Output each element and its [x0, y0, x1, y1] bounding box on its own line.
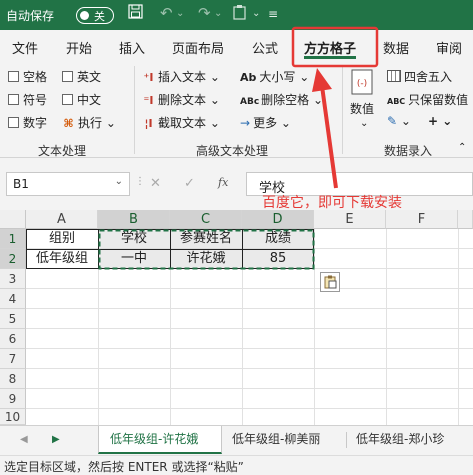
- status-bar: 选定目标区域，然后按 ENTER 或选择“粘贴”: [0, 455, 473, 475]
- formula-bar-options-icon[interactable]: ⋮: [135, 176, 145, 187]
- tab-home[interactable]: 开始: [66, 38, 92, 57]
- delete-text-button[interactable]: ⁼I 删除文本 ⌄: [142, 91, 220, 108]
- tab-page-layout[interactable]: 页面布局: [172, 38, 224, 57]
- prev-sheet-icon[interactable]: ◀: [20, 434, 28, 445]
- edit-icon: ✎: [387, 114, 398, 128]
- delete-space-icon: ABc: [240, 97, 260, 107]
- cell-A1[interactable]: 组别: [26, 229, 98, 249]
- cell-D1[interactable]: 成绩: [242, 229, 314, 249]
- insert-text-icon: ⁺I: [143, 71, 154, 84]
- formula-bar: B1 ⌄ ⋮ ✕ ✓ fx 学校: [0, 166, 473, 202]
- sheet-separator: [346, 432, 347, 448]
- status-text: 选定目标区域，然后按 ENTER 或选择“粘贴”: [4, 460, 244, 474]
- name-box[interactable]: B1 ⌄: [6, 172, 130, 196]
- sheet-tab-1[interactable]: 低年级组-许花娥: [110, 430, 198, 447]
- cell-B1[interactable]: 学校: [98, 229, 170, 249]
- plus-button[interactable]: + ⌄: [428, 114, 452, 128]
- undo-dropdown-icon[interactable]: ⌄: [176, 8, 184, 19]
- group-label-data-entry: 数据录入: [384, 144, 433, 158]
- enter-icon[interactable]: ✓: [184, 176, 195, 191]
- cell-C2[interactable]: 许花娥: [170, 249, 242, 269]
- redo-icon[interactable]: ↷: [198, 4, 211, 22]
- svg-text:(-): (-): [357, 79, 367, 89]
- edit-button[interactable]: ✎ ⌄: [387, 114, 411, 128]
- undo-icon[interactable]: ↶: [160, 4, 173, 22]
- space-checkbox[interactable]: 空格: [8, 68, 47, 85]
- redo-dropdown-icon[interactable]: ⌄: [214, 8, 222, 19]
- round-button[interactable]: 四舍五入: [387, 68, 452, 85]
- tab-insert[interactable]: 插入: [119, 38, 145, 57]
- extract-text-button[interactable]: ¦I 截取文本 ⌄: [142, 114, 219, 131]
- autosave-toggle[interactable]: 关: [76, 7, 114, 24]
- tab-formulas[interactable]: 公式: [252, 38, 278, 57]
- paste-dropdown-icon[interactable]: ⌄: [252, 8, 260, 19]
- numvalue-dropdown-icon[interactable]: ⌄: [360, 118, 368, 129]
- symbol-checkbox[interactable]: 符号: [8, 91, 47, 108]
- paste-options-icon[interactable]: [320, 272, 340, 292]
- group-separator: [134, 66, 135, 154]
- autosave-toggle-label: 关: [94, 10, 105, 23]
- number-checkbox[interactable]: 数字: [8, 114, 47, 131]
- customize-toolbar-icon[interactable]: ≡: [268, 7, 278, 21]
- group-label-text: 文本处理: [38, 144, 87, 158]
- cell-B2[interactable]: 一中: [98, 249, 170, 269]
- paste-icon[interactable]: [232, 4, 247, 24]
- case-button[interactable]: Ab 大小写 ⌄: [240, 68, 309, 85]
- cell-A2[interactable]: 低年级组: [26, 249, 98, 269]
- sheet-tab-3[interactable]: 低年级组-郑小珍: [356, 430, 444, 447]
- worksheet-grid[interactable]: A B C D E F 1 2 3 4 5 6 7 8 9 10 组别 学校 参…: [0, 210, 473, 425]
- toggle-knob: [80, 10, 89, 20]
- autosave-label: 自动保存: [6, 9, 55, 23]
- title-bar: 自动保存 关 ↶ ⌄ ↷ ⌄ ⌄ ≡: [0, 0, 473, 30]
- chinese-checkbox[interactable]: 中文: [62, 91, 101, 108]
- insert-text-button[interactable]: ⁺I 插入文本 ⌄: [142, 68, 220, 85]
- ribbon-tabs: 文件 开始 插入 页面布局 公式 方方格子 数据 审阅: [0, 30, 473, 60]
- tab-fangfang[interactable]: 方方格子: [304, 38, 356, 57]
- cell-D2[interactable]: 85: [242, 249, 314, 269]
- active-tab-underline: [304, 56, 356, 59]
- group-separator: [342, 66, 343, 154]
- sheet-tab-2[interactable]: 低年级组-柳美丽: [232, 430, 320, 447]
- numvalue-icon: (-): [348, 66, 378, 100]
- keep-value-icon: ABC: [387, 97, 406, 106]
- extract-text-icon: ¦I: [144, 117, 153, 130]
- arrow-right-icon: →: [240, 116, 251, 130]
- cancel-icon[interactable]: ✕: [150, 176, 161, 191]
- keep-value-button[interactable]: ABC 只保留数值: [387, 91, 468, 108]
- cell-C1[interactable]: 参赛姓名: [170, 229, 242, 249]
- more-button[interactable]: → 更多 ⌄: [240, 114, 291, 131]
- ribbon: 空格 符号 数字 英文 中文 ⌘ 执行 ⌄ ⁺I 插入文本 ⌄ ⁼I 删除文本 ⌄ ¦…: [0, 60, 473, 158]
- annotation-text: 百度它，即可下载安装: [262, 195, 402, 211]
- case-icon: Ab: [240, 71, 257, 84]
- tab-data[interactable]: 数据: [383, 38, 409, 57]
- execute-button[interactable]: ⌘ 执行 ⌄: [62, 114, 116, 131]
- collapse-ribbon-icon[interactable]: ⌃: [458, 142, 466, 153]
- round-icon: [387, 70, 401, 82]
- save-icon[interactable]: [128, 4, 143, 23]
- tab-review[interactable]: 审阅: [436, 38, 462, 57]
- execute-icon: ⌘: [63, 117, 74, 130]
- english-checkbox[interactable]: 英文: [62, 68, 101, 85]
- delete-space-button[interactable]: ABc 删除空格 ⌄: [240, 91, 323, 108]
- next-sheet-icon[interactable]: ▶: [52, 434, 60, 445]
- delete-text-icon: ⁼I: [143, 94, 154, 107]
- name-box-value: B1: [13, 177, 29, 191]
- tab-file[interactable]: 文件: [12, 38, 38, 57]
- sheet-tabs-bar: ◀ ▶ 低年级组-许花娥 低年级组-柳美丽 低年级组-郑小珍: [0, 425, 473, 455]
- insert-function-icon[interactable]: fx: [218, 176, 228, 189]
- numvalue-button[interactable]: 数值: [350, 100, 374, 117]
- group-label-advanced-text: 高级文本处理: [196, 144, 269, 158]
- plus-icon: +: [428, 114, 439, 128]
- name-box-dropdown-icon[interactable]: ⌄: [115, 176, 123, 187]
